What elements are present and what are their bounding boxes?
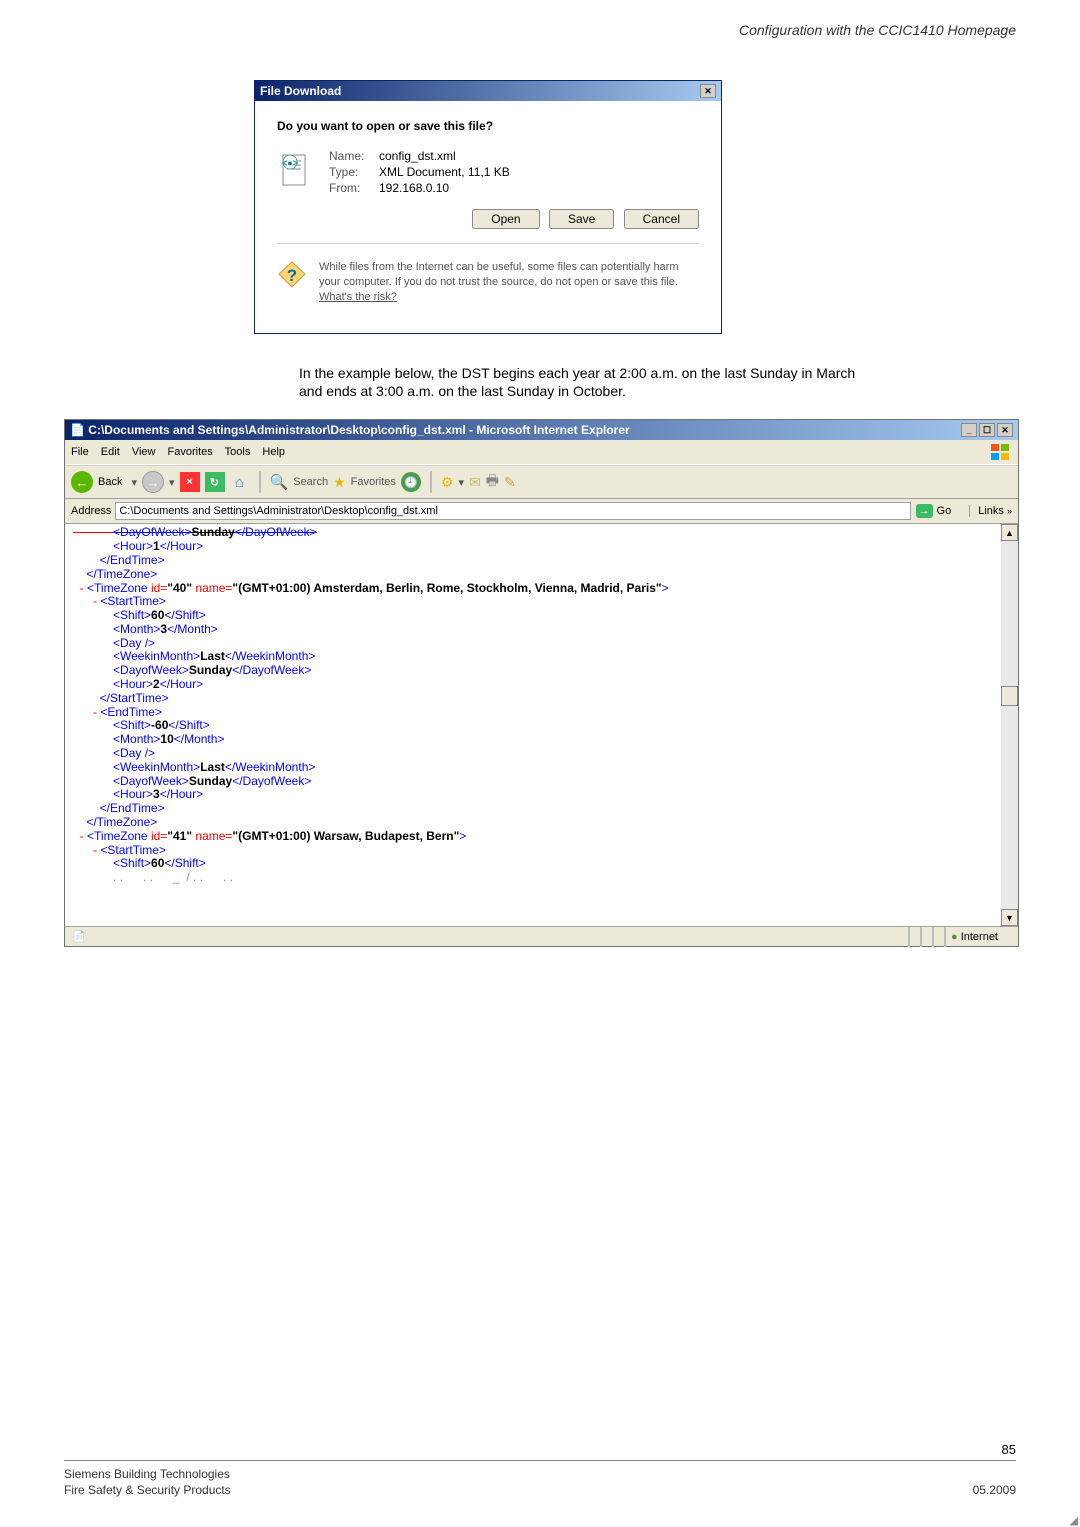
svg-text:<●>: <●> xyxy=(282,158,298,168)
dialog-question: Do you want to open or save this file? xyxy=(277,119,699,133)
forward-icon[interactable]: → xyxy=(142,471,164,493)
address-input[interactable] xyxy=(115,502,910,520)
menu-favorites[interactable]: Favorites xyxy=(168,446,213,458)
scrollbar-down-icon[interactable]: ▼ xyxy=(1001,909,1018,926)
close-icon[interactable]: ✕ xyxy=(700,84,716,98)
question-icon: ? xyxy=(277,260,307,290)
ie-toolbar: ← Back ▾ → ▾ × ↻ ⌂ 🔍 Search ★ Favorites … xyxy=(65,465,1018,499)
ie-content-area: <DayOfWeek>Sunday</DayOfWeek> <Hour>1</H… xyxy=(65,524,1018,926)
xml-file-icon: <●> xyxy=(277,151,311,189)
close-icon[interactable]: ✕ xyxy=(997,423,1013,437)
status-doc-icon: 📄 xyxy=(72,930,86,943)
print-icon[interactable]: 🖶 xyxy=(486,470,499,494)
resize-grip-icon[interactable]: ◢ xyxy=(1070,1514,1078,1527)
open-button[interactable]: Open xyxy=(472,209,539,229)
go-button[interactable]: Go xyxy=(937,505,952,517)
save-button[interactable]: Save xyxy=(549,209,614,229)
cancel-button[interactable]: Cancel xyxy=(624,209,699,229)
footer-product: Fire Safety & Security Products xyxy=(64,1483,231,1497)
name-label: Name: xyxy=(329,149,379,163)
ie-window: 📄 C:\Documents and Settings\Administrato… xyxy=(64,419,1019,947)
back-label[interactable]: Back xyxy=(98,476,122,488)
vertical-scrollbar[interactable]: ▲ ▼ xyxy=(1001,524,1018,926)
dialog-titlebar: File Download ✕ xyxy=(255,81,721,101)
go-icon[interactable]: → xyxy=(916,504,933,518)
page-header-title: Configuration with the CCIC1410 Homepage xyxy=(739,22,1016,38)
mail-icon[interactable]: ✉ xyxy=(469,474,481,491)
maximize-icon[interactable]: ☐ xyxy=(979,423,995,437)
forward-dropdown-icon[interactable]: ▾ xyxy=(169,476,175,489)
from-label: From: xyxy=(329,181,379,195)
home-icon[interactable]: ⌂ xyxy=(230,472,250,492)
back-icon[interactable]: ← xyxy=(71,471,93,493)
stop-icon[interactable]: × xyxy=(180,472,200,492)
favorites-icon[interactable]: ★ xyxy=(333,474,346,491)
edit-icon[interactable]: ✎ xyxy=(504,474,516,491)
dialog-warning-text: While files from the Internet can be use… xyxy=(319,260,699,305)
menu-view[interactable]: View xyxy=(132,446,156,458)
toolbar-separator xyxy=(430,471,432,493)
dialog-title-text: File Download xyxy=(260,84,341,98)
refresh-icon[interactable]: ↻ xyxy=(205,472,225,492)
history-icon[interactable]: 🕘 xyxy=(401,472,421,492)
ie-titlebar: 📄 C:\Documents and Settings\Administrato… xyxy=(65,420,1018,440)
file-download-dialog: File Download ✕ Do you want to open or s… xyxy=(254,80,722,334)
scrollbar-thumb[interactable] xyxy=(1001,686,1018,706)
back-dropdown-icon[interactable]: ▾ xyxy=(131,476,137,489)
ie-statusbar: 📄 ● Internet ◢ xyxy=(65,926,1018,946)
xml-viewer: <DayOfWeek>Sunday</DayOfWeek> <Hour>1</H… xyxy=(73,526,993,885)
search-label[interactable]: Search xyxy=(293,476,328,488)
address-label: Address xyxy=(71,505,111,517)
windows-flag-icon xyxy=(990,443,1012,461)
type-label: Type: xyxy=(329,165,379,179)
menu-file[interactable]: File xyxy=(71,446,89,458)
whats-the-risk-link[interactable]: What's the risk? xyxy=(319,291,397,303)
menu-edit[interactable]: Edit xyxy=(101,446,120,458)
favorites-label[interactable]: Favorites xyxy=(351,476,396,488)
ie-app-icon: 📄 xyxy=(70,423,85,437)
ie-menubar: File Edit View Favorites Tools Help xyxy=(65,440,1018,465)
minimize-icon[interactable]: _ xyxy=(961,423,977,437)
type-value: XML Document, 11,1 KB xyxy=(379,165,510,179)
menu-tools[interactable]: Tools xyxy=(225,446,251,458)
misc-icon[interactable]: ⚙ xyxy=(441,474,454,491)
toolbar-separator xyxy=(259,471,261,493)
name-value: config_dst.xml xyxy=(379,149,456,163)
ie-title-text: C:\Documents and Settings\Administrator\… xyxy=(88,423,629,437)
ie-address-bar: Address → Go Links » xyxy=(65,499,1018,524)
from-value: 192.168.0.10 xyxy=(379,181,449,195)
page-number: 85 xyxy=(1002,1442,1016,1457)
search-icon[interactable]: 🔍 xyxy=(270,473,289,491)
misc-dropdown-icon[interactable]: ▾ xyxy=(458,476,464,489)
svg-text:?: ? xyxy=(287,266,297,285)
menu-help[interactable]: Help xyxy=(262,446,285,458)
links-label[interactable]: Links » xyxy=(969,505,1012,517)
internet-zone-icon: ● xyxy=(951,931,958,943)
explain-paragraph: In the example below, the DST begins eac… xyxy=(299,364,859,402)
status-zone-text: Internet xyxy=(961,931,998,943)
scrollbar-up-icon[interactable]: ▲ xyxy=(1001,524,1018,541)
footer-company: Siemens Building Technologies xyxy=(64,1467,231,1481)
footer-date: 05.2009 xyxy=(973,1483,1016,1497)
